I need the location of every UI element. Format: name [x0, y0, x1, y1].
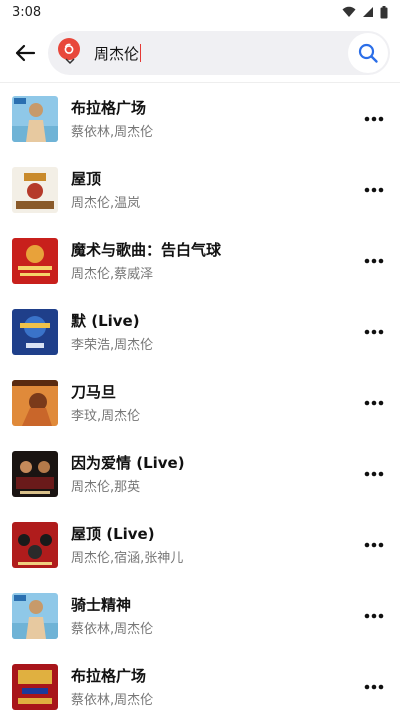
more-horizontal-icon [364, 116, 384, 121]
arrow-left-icon [15, 44, 36, 62]
more-options-button[interactable] [362, 391, 386, 415]
song-artists: 周杰伦,宿涵,张神儿 [71, 551, 184, 566]
song-artists: 李玟,周杰伦 [71, 409, 141, 424]
more-horizontal-icon [364, 471, 384, 476]
more-options-button[interactable] [362, 107, 386, 131]
song-row[interactable]: 刀马旦 李玟,周杰伦 [0, 367, 400, 438]
song-row[interactable]: 默 (Live) 李荣浩,周杰伦 [0, 296, 400, 367]
wifi-icon [342, 6, 356, 17]
song-artists: 蔡依林,周杰伦 [71, 125, 154, 140]
song-artists: 李荣浩,周杰伦 [71, 338, 154, 353]
album-cover [12, 379, 58, 426]
search-button[interactable] [348, 33, 388, 73]
album-cover [12, 166, 58, 213]
more-options-button[interactable] [362, 178, 386, 202]
song-row[interactable]: 布拉格广场 蔡依林,周杰伦 [0, 83, 400, 154]
album-cover [12, 521, 58, 568]
more-horizontal-icon [364, 258, 384, 263]
album-cover [12, 237, 58, 284]
search-bar: 周杰伦 [0, 24, 400, 83]
more-options-button[interactable] [362, 462, 386, 486]
song-title: 屋顶 [71, 170, 102, 188]
back-button[interactable] [8, 36, 42, 70]
album-cover [12, 450, 58, 497]
song-title: 布拉格广场 [71, 667, 147, 685]
more-horizontal-icon [364, 613, 384, 618]
album-cover [12, 663, 58, 710]
battery-icon [380, 5, 388, 18]
song-artists: 周杰伦,那英 [71, 480, 141, 495]
song-list: 布拉格广场 蔡依林,周杰伦 屋顶 周杰伦,温岚 魔术与歌曲：告白气球 周杰伦,蔡… [0, 83, 400, 722]
search-input[interactable]: 周杰伦 [94, 43, 142, 64]
status-icons [342, 5, 388, 19]
album-cover [12, 308, 58, 355]
song-title: 屋顶 (Live) [71, 525, 155, 543]
more-options-button[interactable] [362, 320, 386, 344]
song-title: 默 (Live) [71, 312, 140, 330]
song-row[interactable]: 屋顶 (Live) 周杰伦,宿涵,张神儿 [0, 509, 400, 580]
song-row[interactable]: 魔术与歌曲：告白气球 周杰伦,蔡威泽 [0, 225, 400, 296]
search-icon [358, 43, 378, 63]
song-artists: 周杰伦,蔡威泽 [71, 267, 154, 282]
status-bar: 3:08 [0, 0, 400, 24]
more-horizontal-icon [364, 187, 384, 192]
more-options-button[interactable] [362, 675, 386, 699]
album-cover [12, 592, 58, 639]
song-artists: 蔡依林,周杰伦 [71, 622, 154, 637]
more-horizontal-icon [364, 400, 384, 405]
song-title: 布拉格广场 [71, 99, 147, 117]
more-options-button[interactable] [362, 604, 386, 628]
song-title: 魔术与歌曲：告白气球 [71, 241, 222, 259]
more-horizontal-icon [364, 542, 384, 547]
chevron-down-icon[interactable] [65, 58, 75, 65]
more-horizontal-icon [364, 329, 384, 334]
song-title: 骑士精神 [71, 596, 132, 614]
song-artists: 蔡依林,周杰伦 [71, 693, 154, 708]
album-cover [12, 95, 58, 142]
search-query: 周杰伦 [94, 44, 140, 63]
song-title: 刀马旦 [71, 383, 117, 401]
text-caret [140, 44, 142, 62]
song-row[interactable]: 骑士精神 蔡依林,周杰伦 [0, 580, 400, 651]
song-row[interactable]: 因为爱情 (Live) 周杰伦,那英 [0, 438, 400, 509]
song-row[interactable]: 布拉格广场 蔡依林,周杰伦 [0, 651, 400, 722]
music-source-logo-icon[interactable] [58, 38, 80, 60]
status-time: 3:08 [12, 4, 42, 20]
song-title: 因为爱情 (Live) [71, 454, 185, 472]
song-artists: 周杰伦,温岚 [71, 196, 141, 211]
song-row[interactable]: 屋顶 周杰伦,温岚 [0, 154, 400, 225]
more-options-button[interactable] [362, 249, 386, 273]
more-horizontal-icon [364, 684, 384, 689]
search-box[interactable]: 周杰伦 [48, 31, 390, 75]
signal-icon [363, 7, 373, 17]
more-options-button[interactable] [362, 533, 386, 557]
